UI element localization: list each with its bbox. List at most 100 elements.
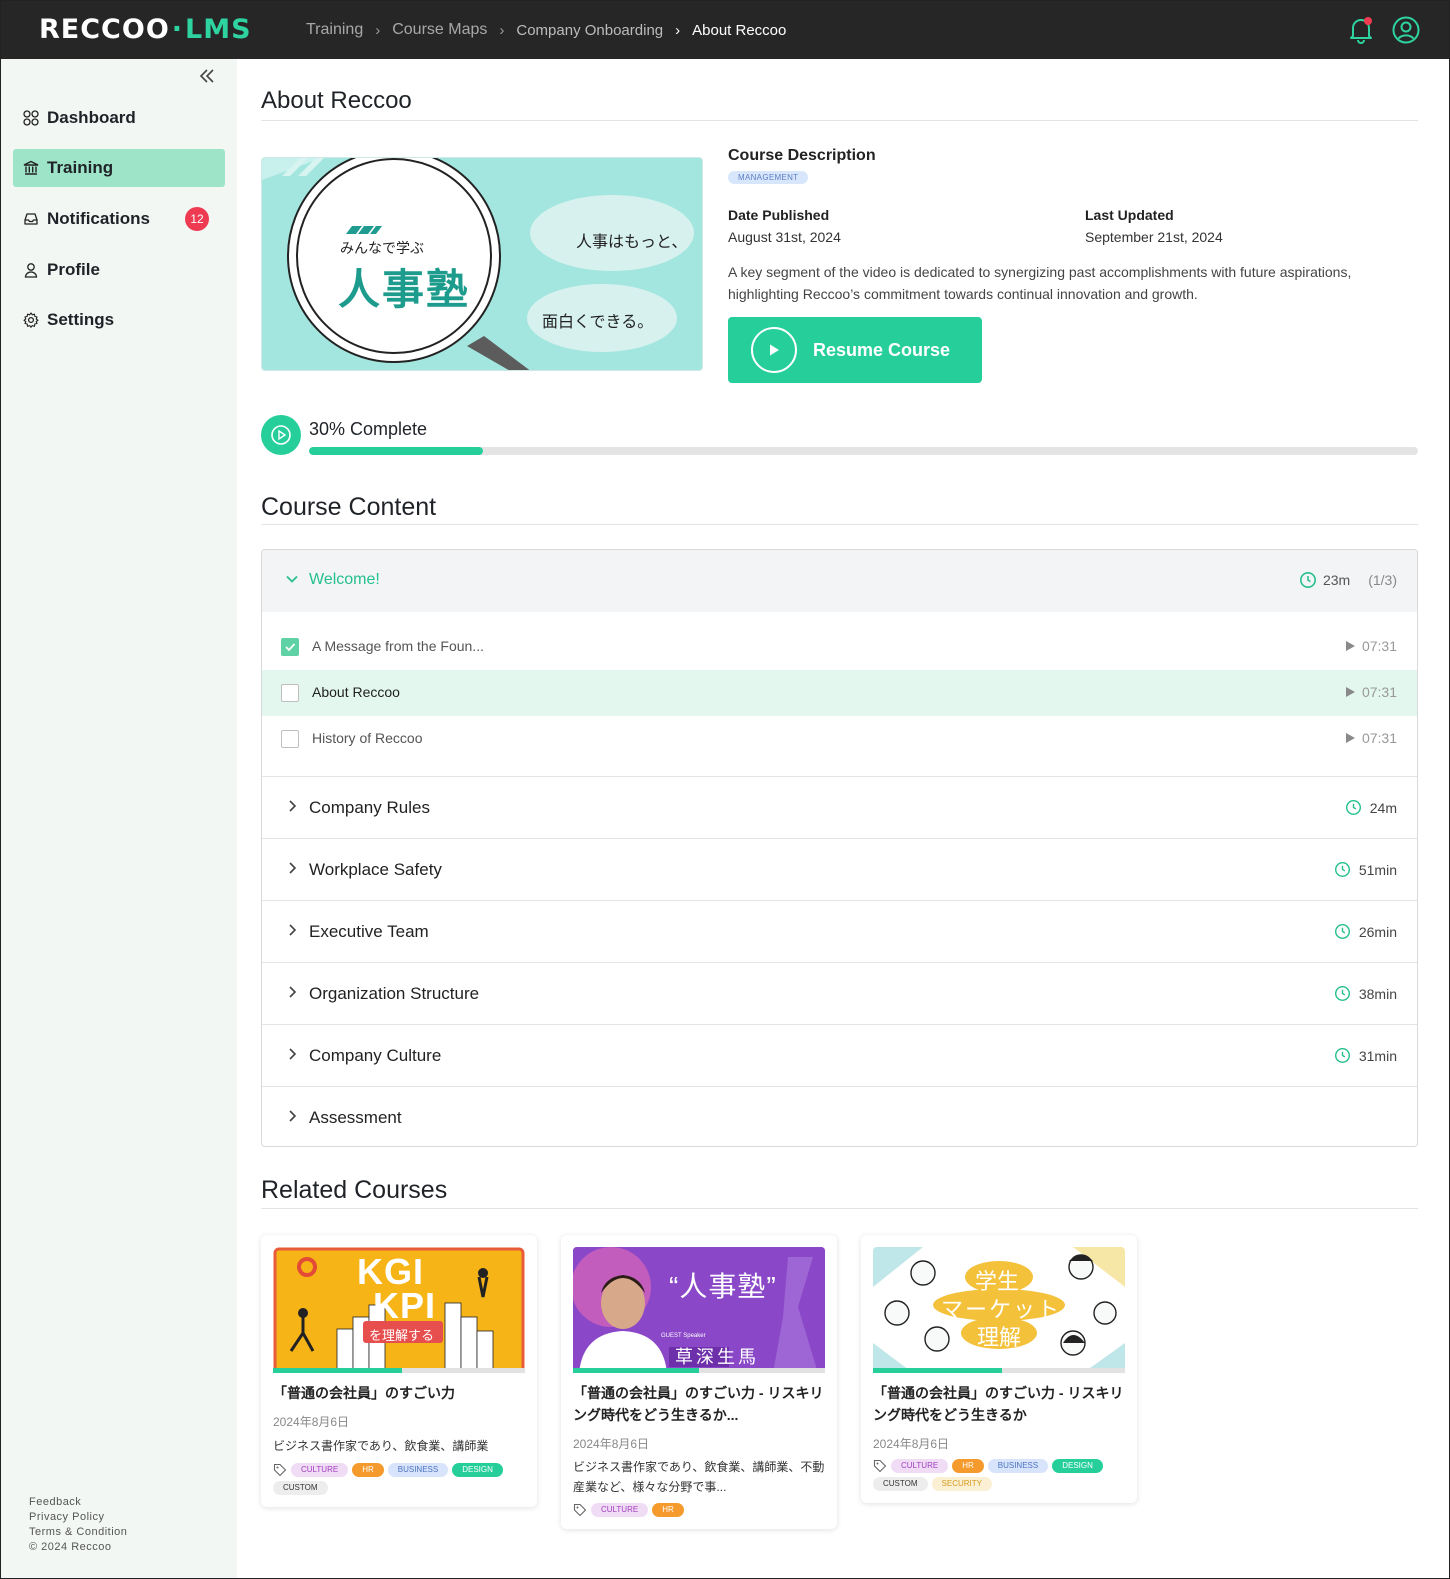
module-row[interactable]: Assessment <box>262 1086 1417 1146</box>
user-icon <box>24 263 38 278</box>
thumb-text-3: 理解 <box>977 1325 1022 1350</box>
lesson-title: About Reccoo <box>312 684 400 700</box>
module-row[interactable]: Workplace Safety 51min <box>262 838 1417 900</box>
date-published-value: August 31st, 2024 <box>728 229 841 245</box>
collapse-sidebar-icon[interactable] <box>198 67 220 89</box>
feedback-link[interactable]: Feedback <box>29 1495 127 1510</box>
related-course-card[interactable]: KGI KPI を理解する 「普通の会社員」のすごい力 2024年8月6日 ビジ… <box>261 1235 537 1507</box>
date-published-label: Date Published <box>728 207 830 223</box>
app-window: RECCOO·LMS Training › Course Maps › Comp… <box>0 0 1450 1579</box>
module-welcome-header[interactable]: Welcome! 23m (1/3) <box>262 550 1417 612</box>
course-thumbnail: みんなで学ぶ 人事塾 人事はもっと、 面白くできる。 <box>261 157 703 371</box>
breadcrumb-company-onboarding[interactable]: Company Onboarding <box>516 22 663 39</box>
thumb-text-3: を理解する <box>369 1328 435 1343</box>
sidebar-item-settings[interactable]: Settings <box>13 301 225 339</box>
course-progress: 30% Complete <box>261 415 1418 457</box>
sidebar-item-dashboard[interactable]: Dashboard <box>13 99 225 137</box>
sidebar-footer: Feedback Privacy Policy Terms & Conditio… <box>29 1495 127 1555</box>
breadcrumb-training[interactable]: Training <box>306 21 363 39</box>
module-row[interactable]: Organization Structure 38min <box>262 962 1417 1024</box>
tag-hr: HR <box>352 1463 384 1477</box>
card-title: 「普通の会社員」のすごい力 - リスキリング時代をどう生きるか... <box>573 1385 824 1423</box>
related-course-card[interactable]: 学生 マーケット 理解 「普通の会社員」のすごい力 - リスキリング時代をどう生… <box>861 1235 1137 1503</box>
module-duration: 51min <box>1334 861 1397 878</box>
dashboard-icon <box>23 110 39 126</box>
lesson-checkbox[interactable] <box>281 730 299 748</box>
card-date: 2024年8月6日 <box>273 1415 350 1429</box>
resume-course-button[interactable]: Resume Course <box>728 317 982 383</box>
lesson-item[interactable]: History of Reccoo 07:31 <box>262 716 1417 762</box>
lesson-item-current[interactable]: About Reccoo 07:31 <box>262 670 1417 716</box>
tag-icon <box>573 1503 587 1517</box>
sidebar-item-label: Training <box>47 158 114 177</box>
terms-link[interactable]: Terms & Condition <box>29 1525 127 1540</box>
logo-sub: LMS <box>185 14 252 45</box>
top-icons <box>1347 15 1421 45</box>
module-duration: 23m <box>1322 572 1351 588</box>
module-title: Welcome! <box>309 571 380 588</box>
breadcrumb-current: About Reccoo <box>692 21 787 39</box>
card-tags: CULTURE HR BUSINESS DESIGN CUSTOM SECURI… <box>873 1459 1129 1491</box>
progress-play-icon <box>261 415 301 455</box>
module-row[interactable]: Executive Team 26min <box>262 900 1417 962</box>
sidebar-item-training[interactable]: Training <box>13 149 225 187</box>
description-heading: Course Description <box>728 147 876 164</box>
gear-icon <box>23 312 39 328</box>
module-duration: 24m <box>1345 799 1397 816</box>
training-icon <box>23 160 39 175</box>
tag-hr: HR <box>652 1503 684 1517</box>
date-published: Date Published August 31st, 2024 <box>728 207 841 245</box>
card-progress-fill <box>873 1368 1002 1373</box>
card-progress-bar <box>273 1368 525 1373</box>
module-row[interactable]: Company Culture 31min <box>262 1024 1417 1086</box>
breadcrumb-course-maps[interactable]: Course Maps <box>392 21 487 39</box>
module-title: Executive Team <box>309 922 429 941</box>
card-progress-bar <box>573 1368 825 1373</box>
play-icon <box>1345 687 1355 697</box>
hero-bubble1: 人事はもっと、 <box>576 234 688 251</box>
tag-icon <box>273 1463 287 1477</box>
tag-custom: CUSTOM <box>273 1481 328 1495</box>
module-title: Company Rules <box>309 798 430 817</box>
logo-main: RECCOO <box>39 14 170 45</box>
chevron-right-icon <box>289 862 297 874</box>
chevron-right-icon: › <box>375 21 381 39</box>
lesson-checkbox[interactable] <box>281 684 299 702</box>
top-bar: RECCOO·LMS Training › Course Maps › Comp… <box>1 1 1449 59</box>
course-content-accordion: Welcome! 23m (1/3) A Message from the Fo… <box>261 549 1418 1147</box>
module-meta: 23m (1/3) <box>1299 571 1397 589</box>
lesson-item[interactable]: A Message from the Foun... 07:31 <box>262 624 1417 670</box>
logo[interactable]: RECCOO·LMS <box>39 14 252 45</box>
lesson-duration: 07:31 <box>1344 730 1397 746</box>
module-duration: 26min <box>1334 923 1397 940</box>
privacy-policy-link[interactable]: Privacy Policy <box>29 1510 127 1525</box>
sidebar-item-label: Dashboard <box>47 108 136 127</box>
sidebar-item-notifications[interactable]: Notifications 12 <box>13 200 225 238</box>
module-duration-text: 26min <box>1358 923 1397 940</box>
sidebar-item-profile[interactable]: Profile <box>13 251 225 289</box>
module-duration-text: 31min <box>1358 1047 1397 1064</box>
user-account-icon[interactable] <box>1391 15 1421 45</box>
sidebar-item-label: Notifications <box>47 209 150 228</box>
copyright: © 2024 Reccoo <box>29 1541 112 1553</box>
card-title: 「普通の会社員」のすごい力 - リスキリング時代をどう生きるか <box>873 1385 1124 1423</box>
description-text: A key segment of the video is dedicated … <box>728 264 1352 302</box>
chevron-right-icon <box>289 1048 297 1060</box>
bell-icon[interactable] <box>1347 15 1375 45</box>
card-tags: CULTURE HR <box>573 1503 829 1517</box>
clock-icon <box>1334 1047 1350 1064</box>
module-row[interactable]: Company Rules 24m <box>262 776 1417 838</box>
lesson-checkbox[interactable] <box>281 638 299 656</box>
chevron-right-icon <box>289 1110 297 1122</box>
chevron-right-icon <box>289 986 297 998</box>
play-icon <box>1345 641 1355 651</box>
related-course-card[interactable]: “人事塾” GUEST Speaker 草深生馬 「普通の会社員」のすごい力 -… <box>561 1235 837 1529</box>
divider <box>261 120 1418 121</box>
play-icon <box>751 327 797 373</box>
lesson-duration-text: 07:31 <box>1361 638 1397 654</box>
course-content-heading: Course Content <box>261 493 437 521</box>
related-courses-heading: Related Courses <box>261 1176 448 1204</box>
divider <box>261 1208 1418 1209</box>
card-progress-bar <box>873 1368 1125 1373</box>
thumb-text-1: “人事塾” <box>669 1271 777 1302</box>
